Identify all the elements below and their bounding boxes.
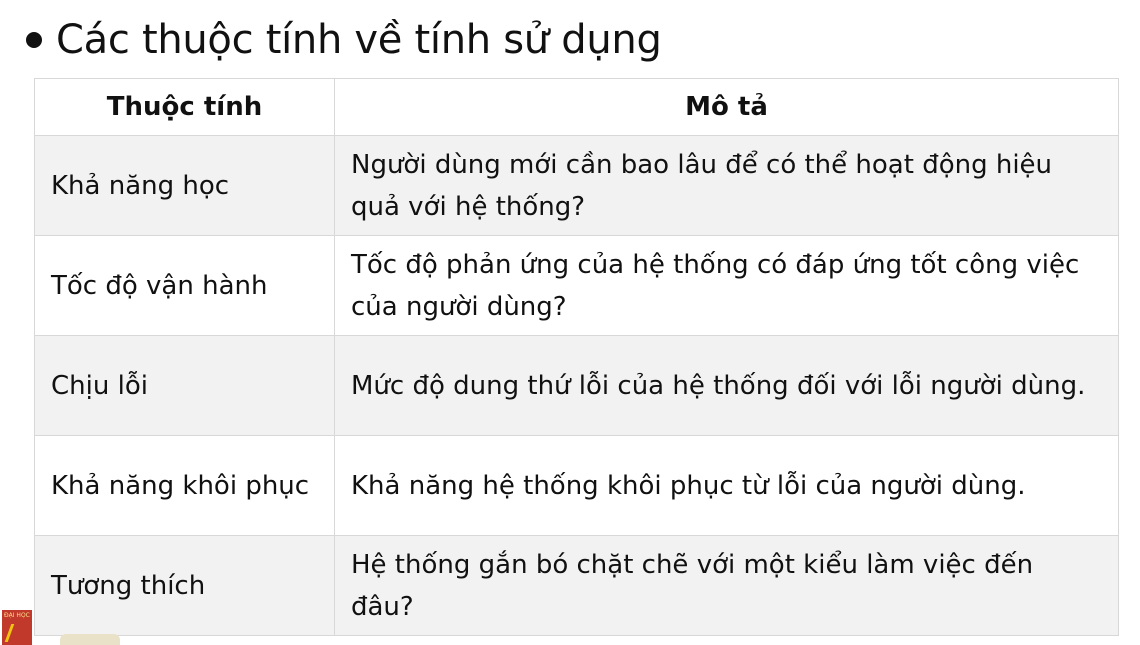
- description-cell: Mức độ dung thứ lỗi của hệ thống đối với…: [334, 335, 1119, 436]
- attribute-cell: Khả năng học: [34, 135, 335, 236]
- logo-text: ĐẠI HỌC: [4, 612, 30, 619]
- bullet-icon: [26, 32, 42, 48]
- logo-stroke-icon: [4, 624, 32, 642]
- bottom-decoration: [60, 634, 120, 645]
- slide-title-text: Các thuộc tính về tính sử dụng: [56, 17, 662, 63]
- table-row: Khả năng học Người dùng mới cần bao lâu …: [34, 135, 1119, 236]
- attribute-cell: Tốc độ vận hành: [34, 235, 335, 336]
- header-description: Mô tả: [334, 78, 1119, 136]
- slide-title: Các thuộc tính về tính sử dụng: [22, 10, 662, 70]
- description-cell: Khả năng hệ thống khôi phục từ lỗi của n…: [334, 435, 1119, 536]
- description-cell: Người dùng mới cần bao lâu để có thể hoạ…: [334, 135, 1119, 236]
- table-row: Khả năng khôi phục Khả năng hệ thống khô…: [34, 435, 1119, 536]
- attribute-cell: Tương thích: [34, 535, 335, 636]
- attribute-cell: Chịu lỗi: [34, 335, 335, 436]
- table-row: Chịu lỗi Mức độ dung thứ lỗi của hệ thốn…: [34, 335, 1119, 436]
- description-cell: Hệ thống gắn bó chặt chẽ với một kiểu là…: [334, 535, 1119, 636]
- university-logo-icon: ĐẠI HỌC: [2, 610, 32, 645]
- usability-attributes-table: Thuộc tính Mô tả Khả năng học Người dùng…: [34, 78, 1119, 636]
- table-row: Tốc độ vận hành Tốc độ phản ứng của hệ t…: [34, 235, 1119, 336]
- table-row: Tương thích Hệ thống gắn bó chặt chẽ với…: [34, 535, 1119, 636]
- attribute-cell: Khả năng khôi phục: [34, 435, 335, 536]
- header-attribute: Thuộc tính: [34, 78, 335, 136]
- table-header-row: Thuộc tính Mô tả: [34, 78, 1119, 136]
- description-cell: Tốc độ phản ứng của hệ thống có đáp ứng …: [334, 235, 1119, 336]
